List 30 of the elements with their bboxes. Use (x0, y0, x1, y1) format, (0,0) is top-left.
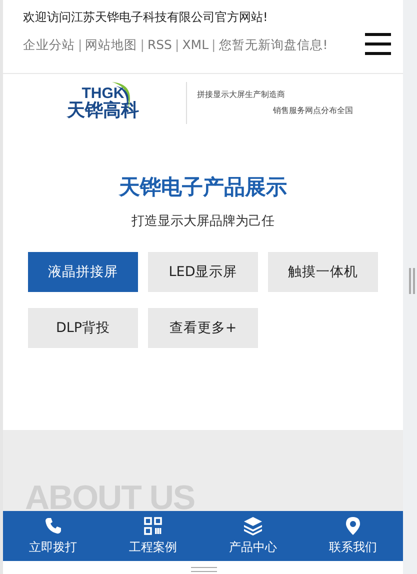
category-button[interactable]: LED显示屏 (148, 252, 258, 292)
link-separator: | (78, 37, 82, 52)
link-separator: | (212, 37, 216, 52)
link-separator: | (140, 37, 144, 52)
bottom-nav-item[interactable]: 产品中心 (203, 511, 303, 561)
header-link[interactable]: 企业分站 (23, 37, 75, 52)
tagline: 销售服务网点分布全国 (273, 105, 353, 117)
bottom-nav-item[interactable]: 立即拨打 (3, 511, 103, 561)
section-subtitle: 打造显示大屏品牌为己任 (130, 212, 276, 230)
location-pin-icon (343, 516, 363, 536)
category-button[interactable]: DLP背投 (28, 308, 138, 348)
category-button[interactable]: 查看更多+ (148, 308, 258, 348)
bottom-nav-item[interactable]: 联系我们 (303, 511, 403, 561)
header-link[interactable]: RSS (147, 37, 172, 52)
qr-code-icon (143, 516, 163, 536)
header-link[interactable]: XML (182, 37, 209, 52)
scrollbar-handle[interactable] (409, 268, 415, 294)
category-button[interactable]: 触摸一体机 (268, 252, 378, 292)
phone-icon (43, 516, 63, 536)
resize-grip[interactable] (191, 567, 217, 572)
menu-icon[interactable] (365, 32, 391, 56)
header-link[interactable]: 您暂无新询盘信息! (218, 37, 328, 52)
bottom-nav-item[interactable]: 工程案例 (103, 511, 203, 561)
layers-icon (243, 516, 263, 536)
tagline: 拼接显示大屏生产制造商 (197, 89, 285, 101)
header-link[interactable]: 网站地图 (85, 37, 138, 52)
section-title: 天铧电子产品展示 (118, 174, 288, 201)
link-separator: | (175, 37, 180, 52)
category-button[interactable]: 液晶拼接屏 (28, 252, 138, 292)
welcome-text: 欢迎访问江苏天铧电子科技有限公司官方网站! (23, 9, 269, 26)
